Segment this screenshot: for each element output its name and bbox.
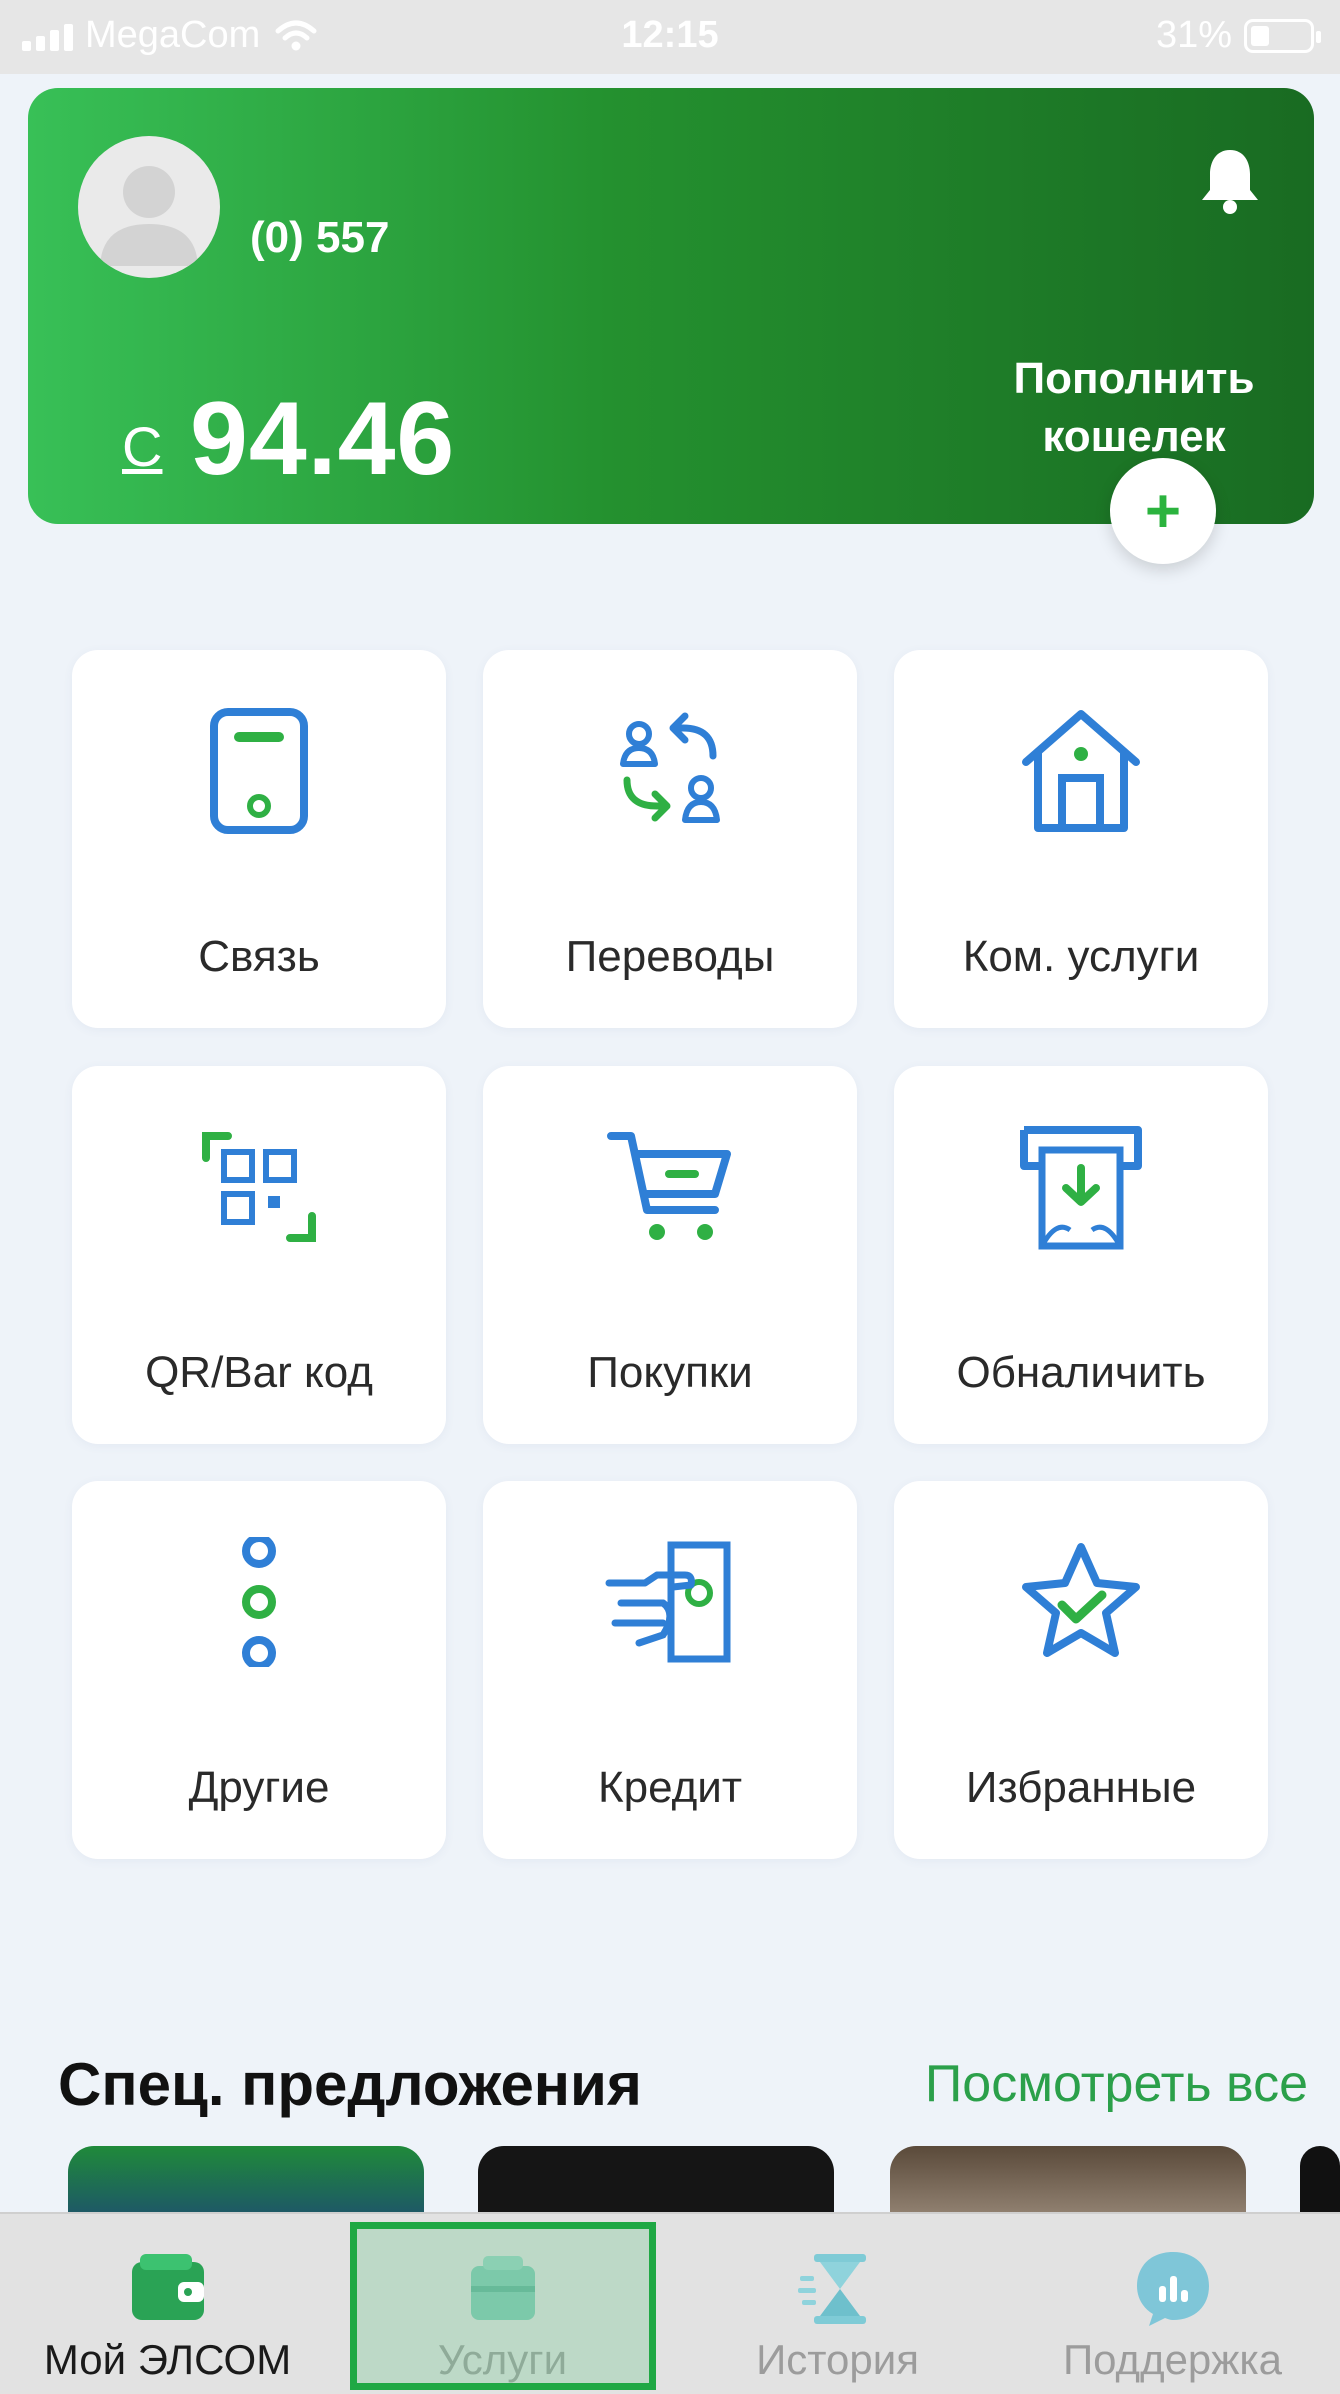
service-tile-communication[interactable]: Связь xyxy=(72,650,446,1028)
nav-item-support[interactable]: Поддержка xyxy=(1005,2214,1340,2394)
nav-label: Мой ЭЛСОМ xyxy=(43,2336,292,2383)
service-tile-utilities[interactable]: Ком. услуги xyxy=(894,650,1268,1028)
battery-status: 31% xyxy=(1155,14,1321,57)
balance-amount: 94.46 xyxy=(190,381,456,497)
nav-item-history[interactable]: История xyxy=(670,2214,1005,2394)
phone-number: (0) 557 xyxy=(250,213,390,262)
wallet-icon xyxy=(132,2254,204,2320)
service-tile-credit[interactable]: Кредит xyxy=(483,1481,857,1859)
wallet-card: (0) 557 С 94.46 Пополнить кошелек xyxy=(28,88,1314,524)
nav-label: История xyxy=(756,2336,919,2383)
tile-label: Покупки xyxy=(587,1348,753,1397)
tile-label: Связь xyxy=(198,932,320,981)
see-all-link[interactable]: Посмотреть все xyxy=(925,2054,1308,2114)
shopping-cart-icon xyxy=(607,1132,731,1240)
tile-label: Переводы xyxy=(565,932,775,981)
service-tile-favorites[interactable]: Избранные xyxy=(894,1481,1268,1859)
user-placeholder-icon xyxy=(100,166,198,266)
battery-icon xyxy=(1244,18,1321,53)
avatar[interactable] xyxy=(78,136,220,278)
topup-wallet-label[interactable]: Пополнить кошелек xyxy=(994,350,1274,466)
tile-label: Другие xyxy=(188,1763,330,1812)
tile-label: Обналичить xyxy=(956,1348,1206,1397)
nav-label: Поддержка xyxy=(1062,2336,1283,2383)
service-tile-purchases[interactable]: Покупки xyxy=(483,1066,857,1444)
service-tile-other[interactable]: Другие xyxy=(72,1481,446,1859)
battery-percent: 31% xyxy=(1155,14,1232,56)
tile-label: Избранные xyxy=(965,1763,1197,1812)
special-offers-title: Спец. предложения xyxy=(58,2051,642,2118)
cash-out-icon xyxy=(1020,1126,1142,1250)
phone-device-icon xyxy=(210,708,308,834)
hourglass-icon xyxy=(798,2254,866,2324)
topup-wallet-button[interactable]: + xyxy=(1110,458,1216,564)
service-tile-cashout[interactable]: Обналичить xyxy=(894,1066,1268,1444)
clock: 12:15 xyxy=(621,14,719,56)
support-chat-icon xyxy=(1137,2252,1209,2326)
tile-label: QR/Bar код xyxy=(145,1348,373,1397)
star-icon xyxy=(1022,1543,1140,1657)
service-tile-transfers[interactable]: Переводы xyxy=(483,650,857,1028)
selection-highlight xyxy=(350,2222,656,2390)
tile-label: Ком. услуги xyxy=(962,932,1200,981)
bell-icon[interactable] xyxy=(1198,144,1262,216)
tile-label: Кредит xyxy=(597,1763,742,1812)
nav-item-my-elsom[interactable]: Мой ЭЛСОМ xyxy=(0,2214,335,2394)
qr-code-icon xyxy=(202,1132,316,1242)
transfer-icon xyxy=(620,712,720,823)
status-bar: MegaCom 12:15 31% xyxy=(0,0,1340,74)
service-tile-qr[interactable]: QR/Bar код xyxy=(72,1066,446,1444)
credit-icon xyxy=(605,1541,731,1663)
bottom-nav: Мой ЭЛСОМ Услуги История Поддержка xyxy=(0,2212,1340,2394)
currency-symbol: С xyxy=(122,415,163,478)
more-dots-icon xyxy=(242,1537,276,1667)
house-icon xyxy=(1022,710,1140,832)
